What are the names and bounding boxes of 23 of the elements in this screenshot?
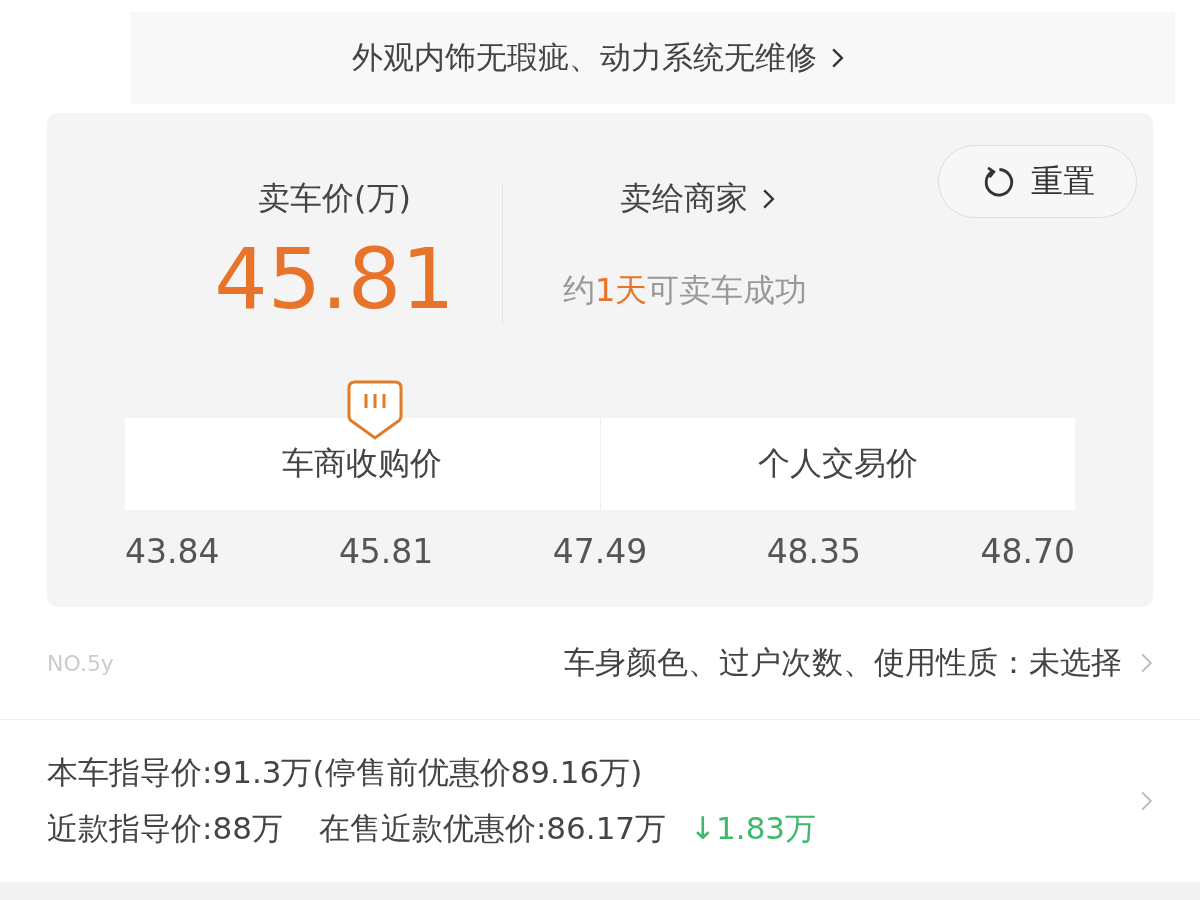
price-label: 卖车价(万) [258, 178, 411, 219]
on-sale-price: 在售近款优惠价:86.17万 [318, 809, 667, 848]
sell-to-dealer-link[interactable]: 卖给商家 [620, 177, 748, 221]
banner-link[interactable]: 外观内饰无瑕疵、动力系统无维修 [351, 37, 817, 79]
sale-time-note: 约1天可卖车成功 [563, 270, 808, 311]
chevron-icon [762, 188, 775, 210]
scale-value: 43.84 [125, 532, 220, 571]
chevron-icon [1140, 790, 1153, 812]
segment-label: 个人交易价 [599, 418, 1075, 510]
guide-price-row[interactable]: 本车指导价:91.3万(停售前优惠价89.16万) 近款指导价:88万 在售近款优惠价:86.17万 ↓1.83万 [0, 720, 1200, 882]
chevron-icon [1140, 652, 1153, 674]
scale-value: 47.49 [552, 532, 648, 571]
price-value: 45.81 [214, 237, 455, 321]
scale-value: 45.81 [338, 532, 434, 571]
segment-label: 车商收购价 [281, 443, 444, 484]
price-drop: ↓1.83万 [690, 809, 817, 848]
reset-button[interactable]: 重置 [938, 145, 1137, 218]
chevron-icon [830, 47, 844, 69]
options-text: 车身颜色、过户次数、使用性质：未选择 [564, 643, 1122, 682]
scale-value: 48.35 [766, 532, 862, 571]
recent-guide-price: 近款指导价:88万 [47, 809, 283, 848]
guide-price-text: 本车指导价:91.3万(停售前优惠价89.16万) [47, 753, 644, 792]
scale-value: 48.70 [980, 532, 1075, 571]
